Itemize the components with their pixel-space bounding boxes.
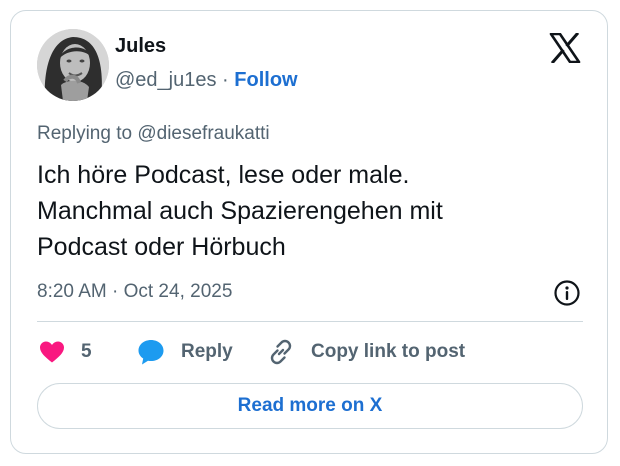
read-more-button[interactable]: Read more on X bbox=[37, 383, 583, 429]
x-logo-icon[interactable] bbox=[549, 31, 581, 65]
author-handle[interactable]: @ed_ju1es bbox=[115, 69, 216, 91]
author-name[interactable]: Jules bbox=[115, 35, 166, 58]
like-button[interactable]: 5 bbox=[39, 337, 92, 367]
copy-link-label: Copy link to post bbox=[311, 341, 466, 362]
reply-label: Reply bbox=[181, 341, 233, 362]
author-avatar[interactable] bbox=[37, 29, 109, 101]
post-timestamp[interactable]: 8:20 AM · Oct 24, 2025 bbox=[37, 281, 232, 303]
heart-icon bbox=[39, 340, 65, 364]
post-text: Ich höre Podcast, lese oder male. Manchm… bbox=[37, 161, 443, 261]
author-handle-row: @ed_ju1es · Follow bbox=[115, 69, 298, 92]
link-icon bbox=[267, 338, 295, 366]
divider bbox=[37, 321, 583, 322]
like-count: 5 bbox=[81, 341, 92, 362]
replying-to-label[interactable]: Replying to @diesefraukatti bbox=[37, 123, 270, 145]
reply-bubble-icon bbox=[137, 338, 165, 366]
copy-link-button[interactable]: Copy link to post bbox=[267, 337, 465, 367]
embedded-post-card: Jules @ed_ju1es · Follow Replying to @di… bbox=[10, 10, 608, 454]
reply-button[interactable]: Reply bbox=[137, 337, 233, 367]
info-icon[interactable] bbox=[553, 279, 581, 307]
follow-button[interactable]: Follow bbox=[234, 69, 297, 91]
handle-separator: · bbox=[222, 69, 229, 91]
